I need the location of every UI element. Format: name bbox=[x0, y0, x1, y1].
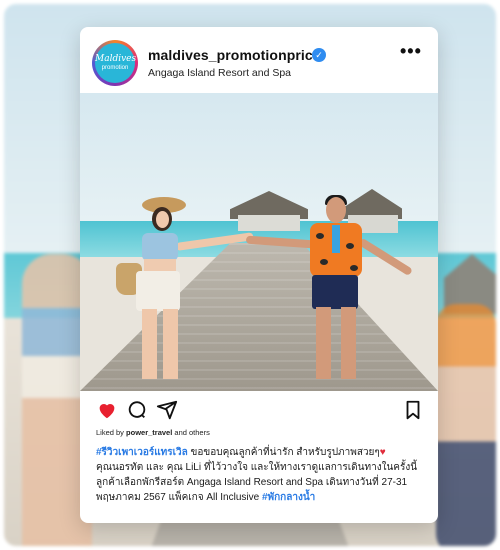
username[interactable]: maldives_promotionprice bbox=[148, 47, 321, 63]
avatar-logo-line2: promotion bbox=[101, 65, 129, 71]
caption-hashtag-2[interactable]: #พักกลางน้ำ bbox=[262, 492, 315, 503]
bookmark-icon[interactable] bbox=[402, 399, 424, 421]
heart-filled-icon[interactable] bbox=[96, 399, 118, 421]
post-photo[interactable] bbox=[80, 93, 438, 391]
caption-text: ขอขอบคุณลูกค้าที่น่ารัก สำหรับรูปภาพสวยๆ bbox=[187, 447, 380, 458]
post-actions-bar bbox=[80, 391, 438, 427]
comment-icon[interactable] bbox=[126, 399, 148, 421]
post-caption: #รีวิวเพาเวอร์แทรเวิล ขอขอบคุณลูกค้าที่น… bbox=[96, 445, 426, 505]
send-icon[interactable] bbox=[156, 399, 178, 421]
heart-emoji-icon: ♥ bbox=[379, 447, 386, 458]
liked-by-prefix: Liked by bbox=[96, 428, 127, 437]
location-label[interactable]: Angaga Island Resort and Spa bbox=[148, 67, 291, 79]
instagram-post-card: Maldives promotion maldives_promotionpri… bbox=[80, 27, 438, 523]
caption-hashtag[interactable]: #รีวิวเพาเวอร์แทรเวิล bbox=[96, 447, 188, 458]
more-options-button[interactable]: ••• bbox=[400, 41, 422, 62]
liked-by-user[interactable]: power_travel bbox=[126, 428, 172, 437]
liked-by-suffix[interactable]: and others bbox=[172, 428, 209, 437]
avatar-logo-line1: Maldives bbox=[95, 54, 137, 64]
verified-badge-icon: ✓ bbox=[312, 48, 326, 62]
caption-text-body: คุณนอรทัต และ คุณ LiLi ที่ไว้วางใจ และให… bbox=[96, 462, 418, 503]
post-header: Maldives promotion maldives_promotionpri… bbox=[80, 27, 438, 93]
liked-by-text: Liked by power_travel and others bbox=[96, 428, 210, 437]
avatar-logo: Maldives promotion bbox=[95, 43, 137, 83]
avatar[interactable]: Maldives promotion bbox=[92, 40, 138, 86]
